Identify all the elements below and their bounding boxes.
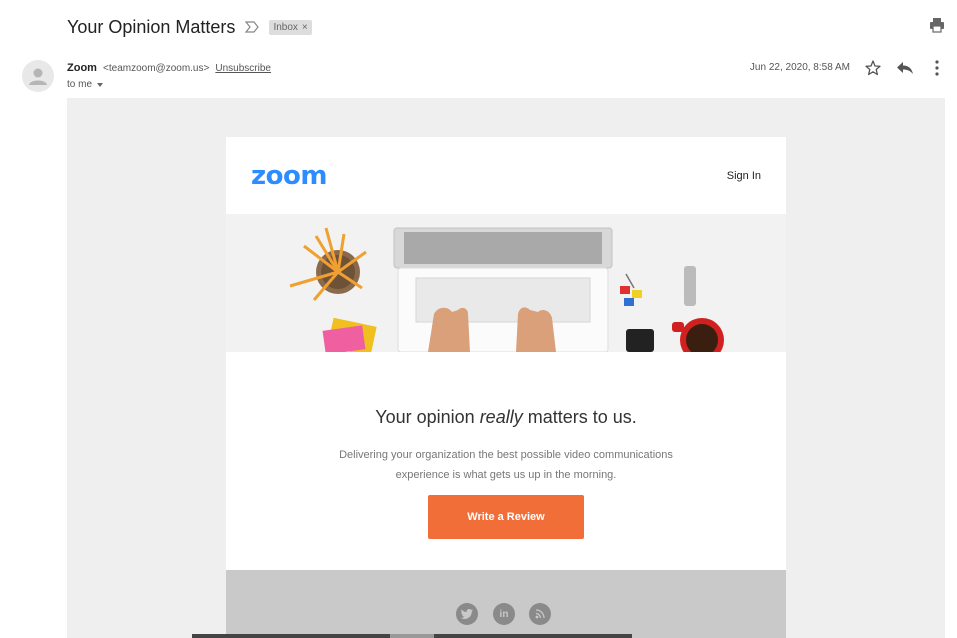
rss-icon[interactable] [529, 603, 551, 625]
twitter-icon[interactable] [456, 603, 478, 625]
importance-marker-icon[interactable] [245, 21, 260, 33]
email-card: zoom Sign In Your opinion really matters… [226, 137, 786, 638]
sender-name[interactable]: Zoom [67, 62, 97, 74]
caret-down-icon [97, 82, 104, 87]
hero-image [226, 214, 786, 352]
subject-row: Your Opinion Matters Inbox × [67, 14, 312, 40]
twitter-bird-glyph [461, 609, 473, 619]
sender-avatar[interactable] [22, 60, 54, 92]
sender-email: <teamzoom@zoom.us> [103, 63, 210, 74]
rss-glyph [535, 609, 545, 619]
stapler-icon [684, 266, 696, 306]
workspace-illustration [226, 214, 786, 352]
message-subject: Your Opinion Matters [67, 16, 236, 37]
zoom-logo[interactable]: zoom [251, 161, 327, 191]
email-footer: in [226, 570, 786, 638]
scrollbar-thumb[interactable] [390, 634, 434, 638]
more-options-icon[interactable] [929, 59, 945, 77]
label-chip-text: Inbox [273, 21, 298, 33]
remove-label-button[interactable]: × [302, 22, 308, 33]
gmail-message-view: Your Opinion Matters Inbox × Zoom <teamz… [0, 0, 957, 638]
person-icon [29, 68, 47, 85]
sign-in-link[interactable]: Sign In [727, 170, 761, 182]
unsubscribe-link[interactable]: Unsubscribe [215, 63, 271, 74]
email-headline: Your opinion really matters to us. [226, 407, 786, 428]
laptop-icon [393, 227, 613, 352]
headline-part: matters to us. [522, 407, 637, 427]
email-header: zoom Sign In [226, 137, 786, 214]
message-date: Jun 22, 2020, 8:58 AM [749, 62, 850, 73]
headline-part: Your opinion [375, 407, 480, 427]
recipient-label: to me [67, 79, 93, 90]
linkedin-icon[interactable]: in [493, 603, 515, 625]
sender-line: Zoom <teamzoom@zoom.us> Unsubscribe [67, 62, 271, 74]
phone-icon [626, 329, 654, 352]
print-icon[interactable] [929, 17, 945, 33]
recipient-details-toggle[interactable]: to me [67, 79, 104, 90]
headline-emphasis: really [479, 407, 523, 427]
label-chip-inbox: Inbox × [269, 19, 312, 35]
reply-icon[interactable] [896, 60, 914, 76]
email-description: Delivering your organization the best po… [339, 449, 673, 481]
linkedin-glyph: in [499, 608, 509, 620]
star-icon[interactable] [864, 59, 882, 77]
write-review-button[interactable]: Write a Review [428, 495, 584, 539]
